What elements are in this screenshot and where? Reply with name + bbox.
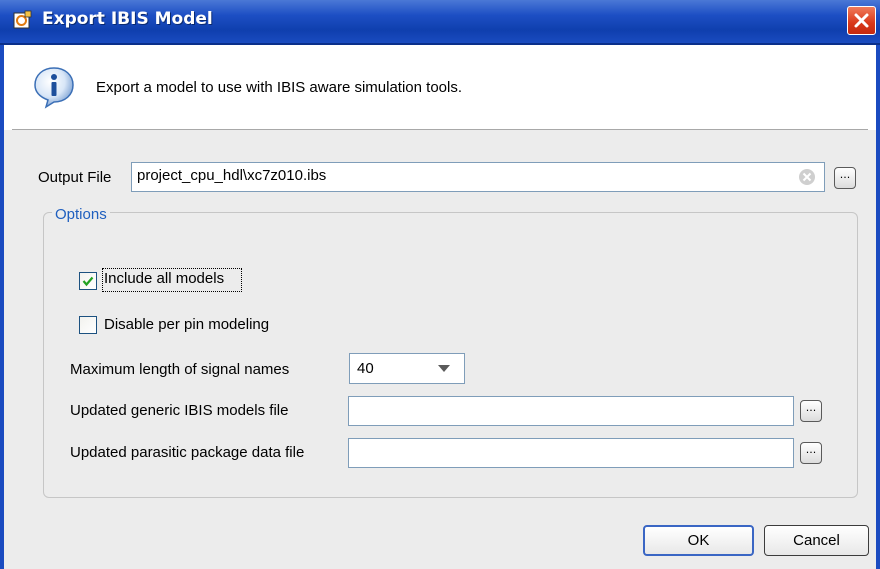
output-file-browse-button[interactable]: ... [834, 167, 856, 189]
parasitic-pkg-input[interactable] [348, 438, 794, 468]
parasitic-pkg-browse-button[interactable]: ... [800, 442, 822, 464]
include-all-models-checkbox[interactable] [79, 272, 97, 290]
info-icon [34, 67, 74, 109]
disable-per-pin-checkbox[interactable] [79, 316, 97, 334]
dialog-header: Export a model to use with IBIS aware si… [4, 45, 876, 127]
export-ibis-dialog: Export IBIS Model Export a model to use … [0, 0, 880, 569]
close-icon [854, 13, 869, 28]
checkmark-icon [82, 276, 94, 287]
output-file-input[interactable]: project_cpu_hdl\xc7z010.ibs [131, 162, 825, 192]
window-frame-right [876, 45, 880, 569]
chevron-down-icon[interactable] [438, 365, 450, 372]
dialog-description: Export a model to use with IBIS aware si… [96, 79, 463, 96]
title-bar[interactable]: Export IBIS Model [0, 0, 880, 45]
output-file-label: Output File [38, 169, 112, 186]
cancel-button[interactable]: Cancel [764, 525, 869, 556]
close-button[interactable] [847, 6, 876, 35]
include-all-models-label[interactable]: Include all models [104, 270, 224, 287]
max-length-label: Maximum length of signal names [70, 361, 290, 378]
generic-ibis-browse-button[interactable]: ... [800, 400, 822, 422]
max-length-value: 40 [357, 360, 374, 377]
dialog-title: Export IBIS Model [42, 9, 213, 29]
clear-icon[interactable] [798, 168, 816, 186]
ok-button[interactable]: OK [643, 525, 754, 556]
generic-ibis-input[interactable] [348, 396, 794, 426]
parasitic-pkg-label: Updated parasitic package data file [70, 444, 305, 461]
disable-per-pin-label[interactable]: Disable per pin modeling [104, 316, 269, 333]
generic-ibis-label: Updated generic IBIS models file [70, 402, 289, 419]
options-group-title: Options [52, 206, 110, 223]
app-icon [13, 10, 32, 29]
